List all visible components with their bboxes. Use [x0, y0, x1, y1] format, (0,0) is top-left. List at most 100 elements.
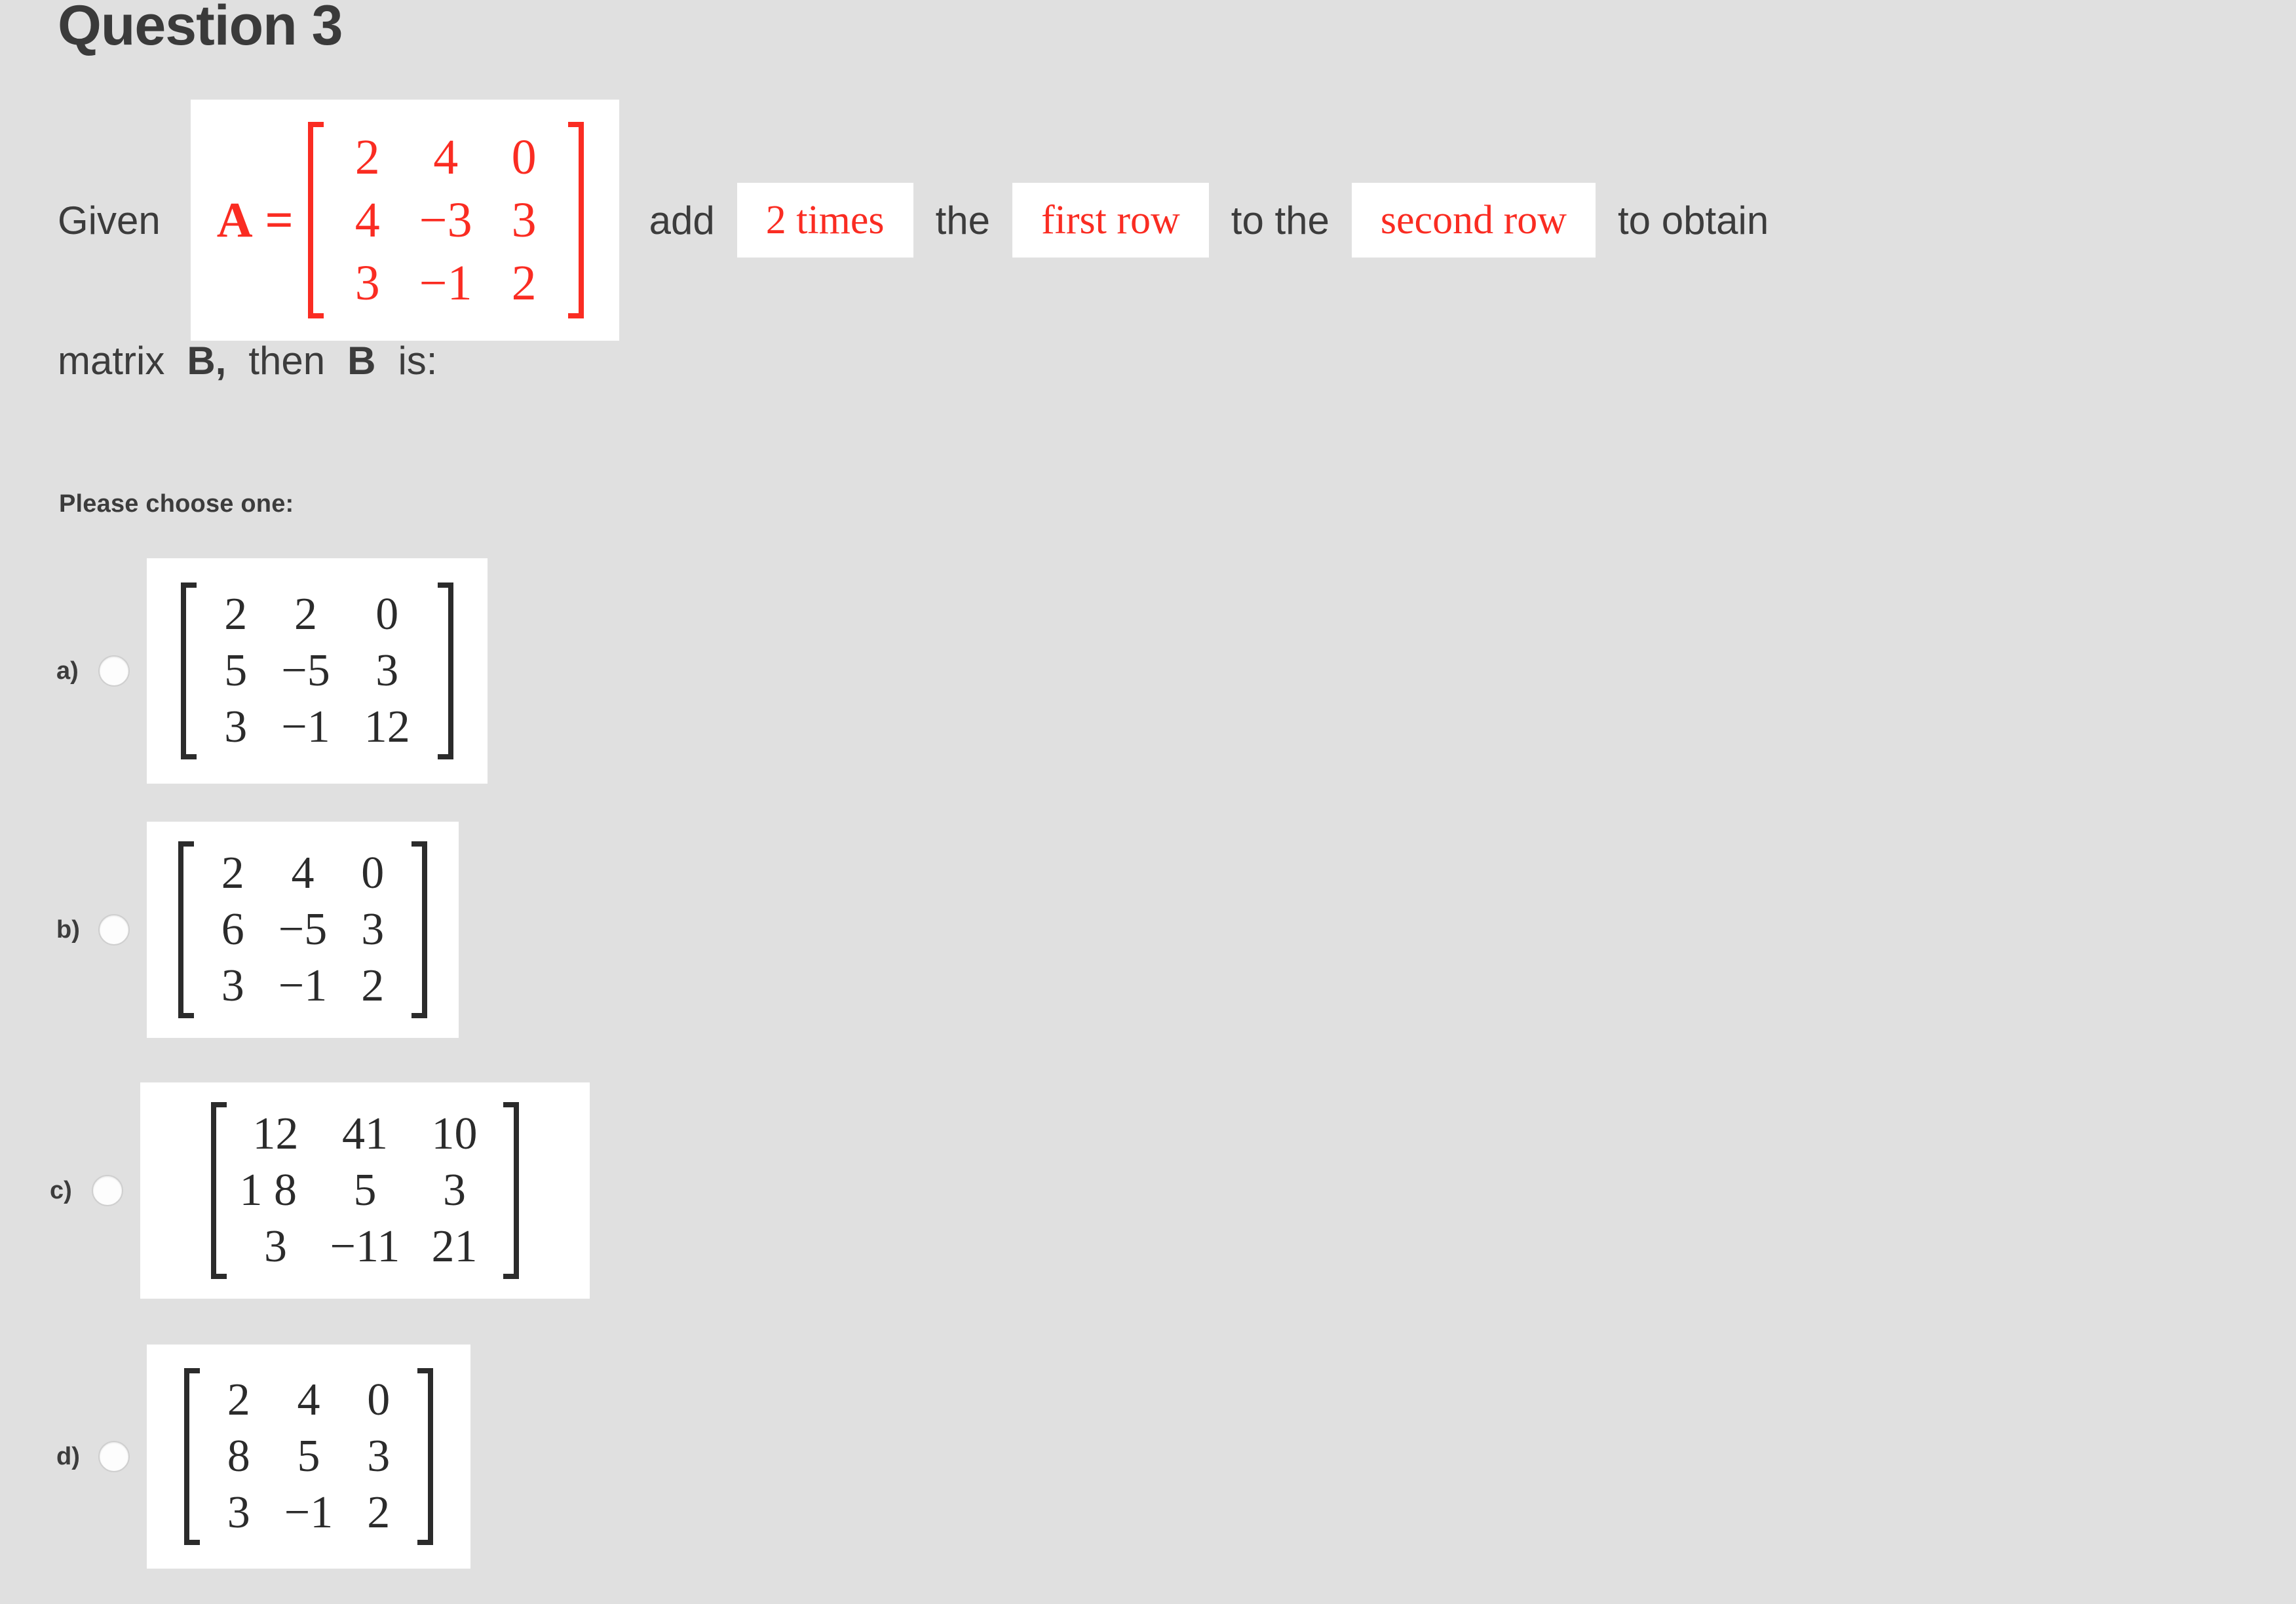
to-obtain-label: to obtain — [1618, 198, 1769, 242]
matrix-cell: 4 — [433, 130, 459, 185]
bracket-right-icon — [409, 841, 428, 1018]
matrix-cell: 0 — [361, 848, 385, 898]
option-d-matrix: 2 4 0 8 5 3 3 −1 2 — [183, 1368, 434, 1545]
matrix-cell: 4 — [297, 1375, 320, 1425]
highlight-second-row-text: second row — [1380, 198, 1567, 242]
option-b-grid: 2 4 0 6 −5 3 3 −1 2 — [197, 841, 409, 1018]
question-statement-line-1: Given A = 2 4 0 4 −3 3 3 −1 2 add 2 time… — [58, 100, 1769, 341]
bracket-left-icon — [307, 122, 328, 318]
option-c[interactable]: c) 12 41 10 1 8 5 3 3 −11 21 — [50, 1082, 590, 1299]
matrix-cell: 3 — [511, 193, 537, 248]
matrix-cell: 4 — [354, 193, 380, 248]
highlight-second-row: second row — [1351, 183, 1596, 258]
matrix-cell: −5 — [278, 904, 328, 955]
matrix-a-grid: 2 4 0 4 −3 3 3 −1 2 — [328, 122, 564, 318]
bracket-left-icon — [181, 582, 199, 759]
option-c-label: c) — [50, 1176, 72, 1204]
matrix-cell: 2 — [354, 130, 380, 185]
bracket-right-icon — [564, 122, 584, 318]
matrix-cell: 5 — [353, 1165, 377, 1215]
matrix-cell: −11 — [330, 1221, 400, 1272]
matrix-cell: 6 — [221, 904, 244, 955]
matrix-cell: 2 — [224, 589, 248, 640]
matrix-cell: 2 — [367, 1487, 391, 1538]
matrix-cell: 0 — [367, 1375, 391, 1425]
option-b-matrix-box: 2 4 0 6 −5 3 3 −1 2 — [147, 822, 459, 1038]
option-d[interactable]: d) 2 4 0 8 5 3 3 −1 2 — [56, 1345, 470, 1569]
matrix-cell: −1 — [281, 702, 330, 752]
option-a-radio[interactable] — [98, 655, 130, 687]
matrix-cell: 12 — [364, 702, 410, 752]
option-b-radio[interactable] — [98, 914, 130, 945]
bracket-left-icon — [178, 841, 197, 1018]
matrix-cell: 2 — [227, 1375, 250, 1425]
option-a-grid: 2 2 0 5 −5 3 3 −1 12 — [199, 582, 434, 759]
to-the-label: to the — [1231, 198, 1330, 242]
matrix-a: 2 4 0 4 −3 3 3 −1 2 — [307, 122, 584, 318]
matrix-cell: 10 — [431, 1109, 478, 1159]
matrix-cell: −3 — [419, 193, 472, 248]
matrix-cell: −1 — [278, 961, 328, 1011]
matrix-b-symbol-2: B — [347, 339, 376, 383]
matrix-b-symbol-1: B, — [187, 339, 227, 383]
matrix-a-box: A = 2 4 0 4 −3 3 3 −1 2 — [190, 100, 619, 341]
matrix-cell: 3 — [442, 1165, 466, 1215]
add-label: add — [649, 198, 715, 242]
option-c-matrix: 12 41 10 1 8 5 3 3 −11 21 — [210, 1102, 520, 1279]
option-a-label: a) — [56, 657, 79, 685]
matrix-cell: −1 — [419, 256, 472, 311]
matrix-cell: 4 — [291, 848, 315, 898]
bracket-left-icon — [183, 1368, 202, 1545]
matrix-cell: 2 — [221, 848, 244, 898]
bracket-left-icon — [210, 1102, 229, 1279]
matrix-cell: 21 — [431, 1221, 478, 1272]
option-b-label: b) — [56, 915, 80, 944]
choose-one-instruction: Please choose one: — [59, 490, 294, 518]
matrix-a-lead: A = — [216, 192, 295, 248]
then-word: then — [248, 339, 326, 383]
option-a-matrix-box: 2 2 0 5 −5 3 3 −1 12 — [147, 558, 488, 784]
highlight-first-row-text: first row — [1041, 198, 1180, 242]
matrix-cell: 5 — [224, 645, 248, 696]
matrix-cell: 2 — [511, 256, 537, 311]
the-label: the — [935, 198, 990, 242]
matrix-cell: 3 — [264, 1221, 288, 1272]
option-b[interactable]: b) 2 4 0 6 −5 3 3 −1 2 — [56, 822, 459, 1038]
question-statement-line-2: matrix B, then B is: — [58, 338, 437, 383]
matrix-cell: 0 — [375, 589, 399, 640]
matrix-cell: 12 — [252, 1109, 299, 1159]
matrix-cell: −5 — [281, 645, 330, 696]
matrix-cell: 3 — [227, 1487, 250, 1538]
option-b-matrix: 2 4 0 6 −5 3 3 −1 2 — [178, 841, 428, 1018]
matrix-cell: 3 — [367, 1431, 391, 1481]
matrix-cell: 3 — [361, 904, 385, 955]
matrix-cell: 3 — [224, 702, 248, 752]
is-word: is: — [398, 339, 438, 383]
option-d-grid: 2 4 0 8 5 3 3 −1 2 — [202, 1368, 415, 1545]
option-a[interactable]: a) 2 2 0 5 −5 3 3 −1 12 — [56, 558, 488, 784]
given-label: Given — [58, 198, 161, 242]
matrix-cell: 3 — [221, 961, 244, 1011]
matrix-cell: 3 — [354, 256, 380, 311]
option-a-matrix: 2 2 0 5 −5 3 3 −1 12 — [181, 582, 453, 759]
matrix-word: matrix — [58, 339, 165, 383]
highlight-first-row: first row — [1012, 183, 1209, 258]
matrix-cell: 3 — [375, 645, 399, 696]
matrix-cell: 0 — [511, 130, 537, 185]
bracket-right-icon — [435, 582, 453, 759]
matrix-cell: 1 8 — [239, 1165, 297, 1215]
matrix-cell: −1 — [284, 1487, 334, 1538]
matrix-cell: 2 — [361, 961, 385, 1011]
matrix-cell: 41 — [341, 1109, 388, 1159]
bracket-right-icon — [415, 1368, 434, 1545]
bracket-right-icon — [501, 1102, 520, 1279]
option-c-radio[interactable] — [92, 1175, 123, 1206]
option-d-matrix-box: 2 4 0 8 5 3 3 −1 2 — [147, 1345, 470, 1569]
option-c-matrix-box: 12 41 10 1 8 5 3 3 −11 21 — [140, 1082, 590, 1299]
highlight-two-times-text: 2 times — [765, 198, 885, 242]
matrix-cell: 8 — [227, 1431, 250, 1481]
matrix-cell: 5 — [297, 1431, 320, 1481]
option-c-grid: 12 41 10 1 8 5 3 3 −11 21 — [229, 1102, 501, 1279]
option-d-radio[interactable] — [98, 1441, 130, 1472]
highlight-two-times: 2 times — [737, 183, 913, 258]
